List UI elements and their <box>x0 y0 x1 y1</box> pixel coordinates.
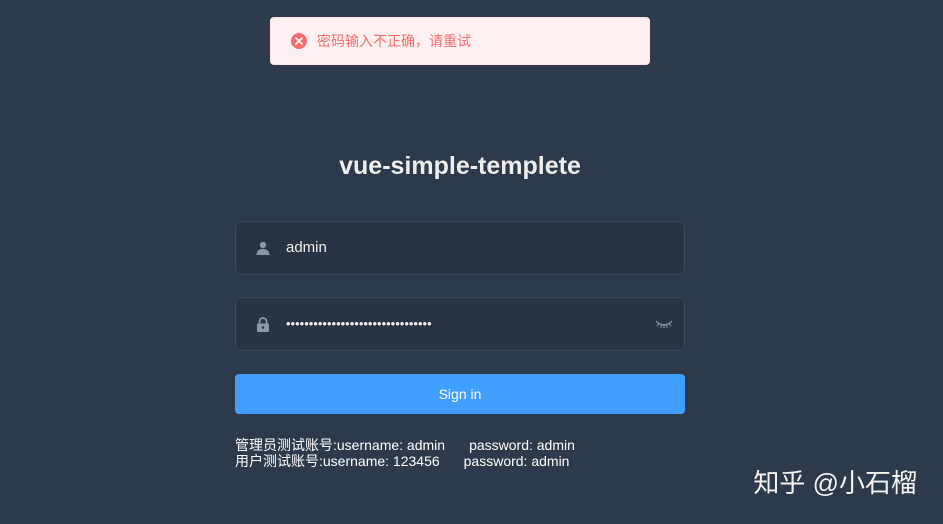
page-title: vue-simple-templete <box>339 152 581 180</box>
error-message: 密码输入不正确，请重试 <box>317 33 471 49</box>
error-toast: 密码输入不正确，请重试 <box>270 17 650 65</box>
sign-in-button[interactable]: Sign in <box>235 374 685 414</box>
tip-password: password: admin <box>463 453 570 469</box>
tip-row-admin: 管理员测试账号:username: admin password: admin <box>235 437 575 453</box>
username-field[interactable]: admin <box>235 221 685 275</box>
tip-account: 用户测试账号:username: 123456 <box>235 453 440 469</box>
tip-password: password: admin <box>469 437 575 453</box>
watermark: 知乎 @小石榴 <box>753 468 917 498</box>
lock-icon <box>236 298 286 350</box>
password-field[interactable]: •••••••••••••••••••••••••••••••• <box>235 297 685 351</box>
password-input[interactable]: •••••••••••••••••••••••••••••••• <box>286 314 644 334</box>
login-page: 密码输入不正确，请重试 vue-simple-templete admin ••… <box>0 0 943 524</box>
tip-row-user: 用户测试账号:username: 123456 password: admin <box>235 453 575 469</box>
test-account-tips: 管理员测试账号:username: admin password: admin … <box>235 437 575 469</box>
tip-account: 管理员测试账号:username: admin <box>235 437 446 453</box>
user-icon <box>236 222 286 274</box>
error-circle-icon <box>291 33 307 49</box>
eye-closed-icon[interactable] <box>644 298 684 350</box>
username-input[interactable]: admin <box>286 238 684 258</box>
